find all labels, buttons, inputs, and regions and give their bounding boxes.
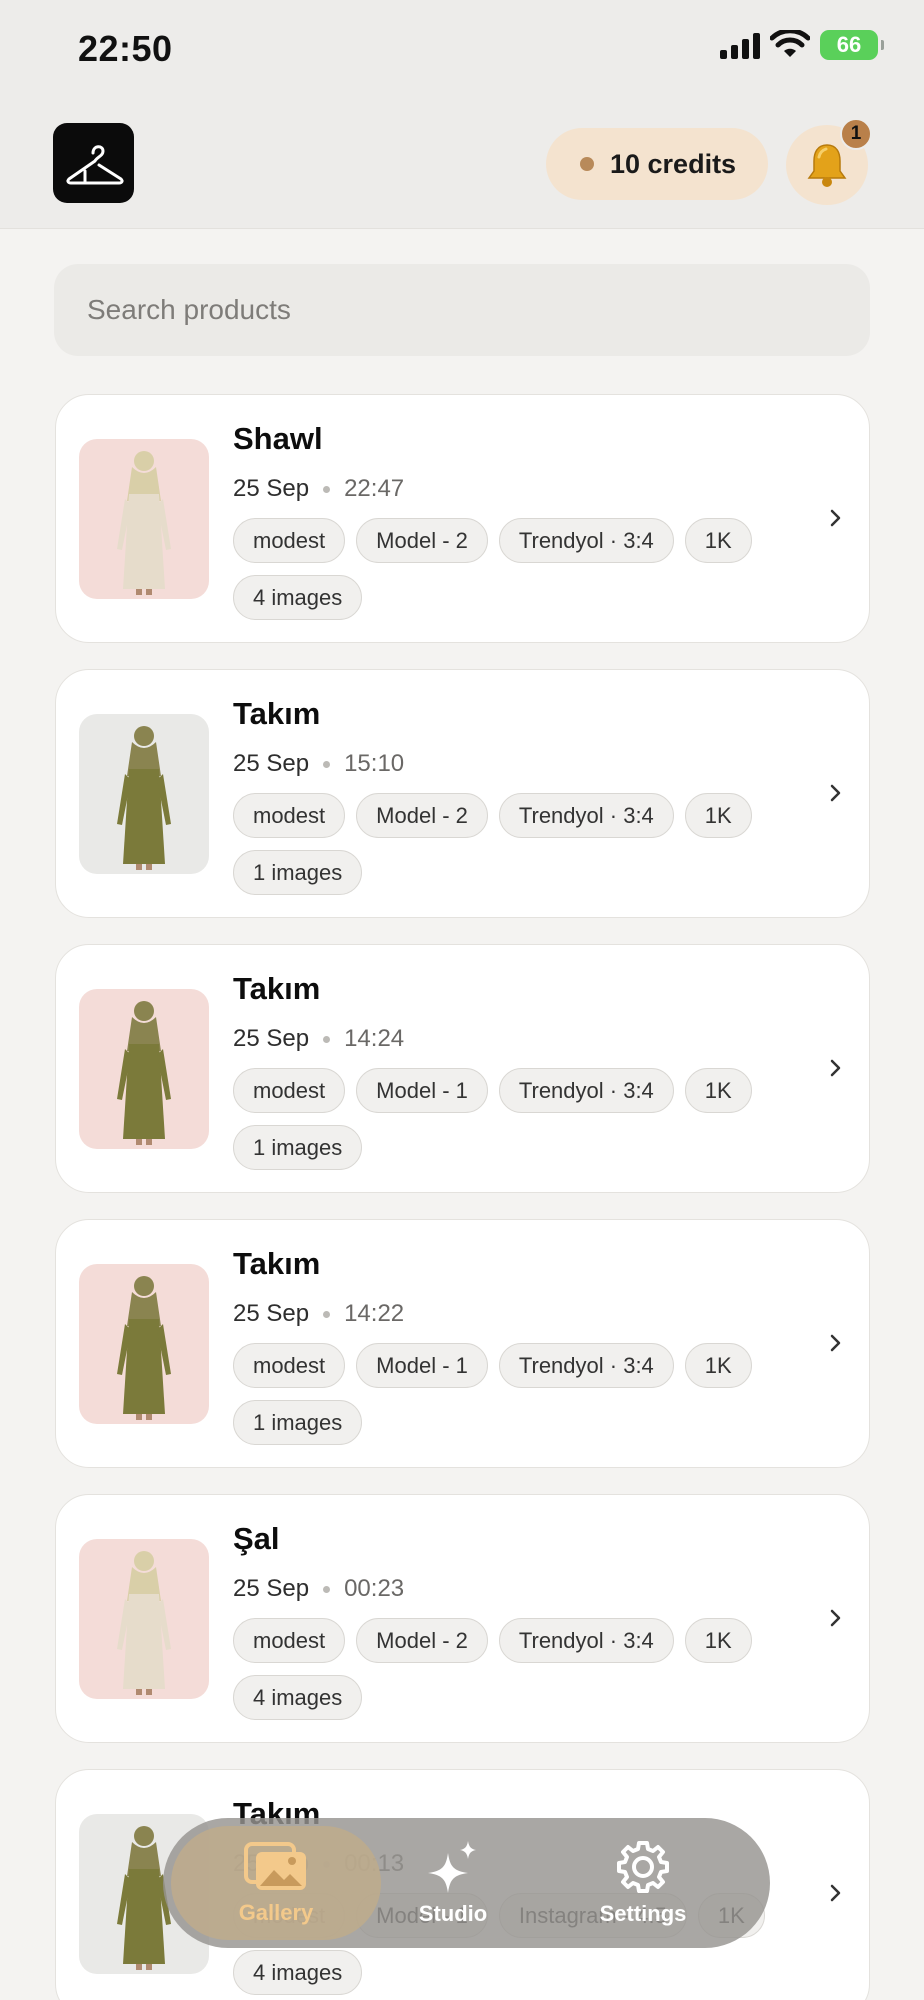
nav-label-settings: Settings (599, 1901, 687, 1926)
product-tag: 1K (684, 518, 752, 563)
product-list: Shawl 25 Sep 22:47 modest Model - 2 Trendyol … (55, 394, 870, 2000)
chevron-right-icon[interactable] (825, 1878, 847, 1908)
credits-button[interactable]: 10 credits (546, 128, 768, 200)
product-time: 14:24 (344, 1025, 405, 1052)
chevron-right-icon[interactable] (825, 1328, 847, 1358)
nav-label-gallery: Gallery (238, 1900, 314, 1925)
product-tag: modest (233, 793, 346, 838)
product-tag: 1K (684, 1343, 752, 1388)
product-tags: modest Model - 2 Trendyol · 3:4 1K 4 images (233, 518, 793, 620)
cellular-signal-icon (720, 31, 760, 59)
product-time: 15:10 (344, 750, 405, 777)
product-tag: 4 images (233, 575, 363, 620)
gallery-icon (244, 1842, 306, 1890)
chevron-right-icon[interactable] (825, 1603, 847, 1633)
nav-tab-studio[interactable]: Studio (368, 1826, 538, 1940)
product-tags: modest Model - 1 Trendyol · 3:4 1K 1 images (233, 1068, 793, 1170)
bell-icon (807, 144, 847, 187)
product-thumbnail (79, 1264, 209, 1424)
product-thumbnail (79, 439, 209, 599)
product-tag: Trendyol · 3:4 (498, 1068, 674, 1113)
product-tag: Model - 1 (356, 1068, 488, 1113)
separator-dot (323, 1035, 331, 1043)
product-title: Takım (233, 1246, 321, 1281)
product-tag: 4 images (233, 1950, 363, 1995)
separator-dot (323, 1585, 331, 1593)
product-tag: Model - 2 (356, 1618, 488, 1663)
product-date: 25 Sep (233, 1300, 310, 1327)
separator-dot (323, 1310, 331, 1318)
product-tag: Model - 2 (356, 793, 488, 838)
nav-tab-settings[interactable]: Settings (558, 1826, 728, 1940)
product-tag: modest (233, 1618, 346, 1663)
product-title: Takım (233, 971, 321, 1006)
product-tag: Trendyol · 3:4 (498, 793, 674, 838)
product-time: 00:23 (344, 1575, 405, 1602)
product-tag: Trendyol · 3:4 (498, 1618, 674, 1663)
notification-badge: 1 (840, 118, 872, 150)
product-time: 22:47 (344, 475, 405, 502)
product-meta: 25 Sep 22:47 (233, 475, 404, 503)
gear-icon (617, 1841, 669, 1893)
product-tag: 1 images (233, 1400, 363, 1445)
product-tags: modest Model - 2 Trendyol · 3:4 1K 1 images (233, 793, 793, 895)
chevron-right-icon[interactable] (825, 503, 847, 533)
credits-dot-icon (580, 157, 594, 171)
product-tag: Trendyol · 3:4 (498, 518, 674, 563)
search-input[interactable] (54, 264, 870, 356)
product-meta: 25 Sep 00:23 (233, 1575, 404, 1603)
product-tag: Model - 1 (356, 1343, 488, 1388)
product-tag: 4 images (233, 1675, 363, 1720)
hanger-logo-icon (65, 145, 124, 185)
product-title: Takım (233, 696, 321, 731)
bottom-navigation: Gallery Studio Settings (163, 1818, 770, 1948)
product-tag: Trendyol · 3:4 (498, 1343, 674, 1388)
product-tag: 1 images (233, 850, 363, 895)
product-thumbnail (79, 989, 209, 1149)
credits-label: 10 credits (610, 148, 737, 179)
product-title: Şal (233, 1521, 280, 1556)
product-card[interactable]: Shawl 25 Sep 22:47 modest Model - 2 Trendyol … (55, 394, 870, 643)
chevron-right-icon[interactable] (825, 778, 847, 808)
product-tags: modest Model - 1 Trendyol · 3:4 1K 1 images (233, 1343, 793, 1445)
product-card[interactable]: Takım 25 Sep 14:24 modest Model - 1 Trendyol … (55, 944, 870, 1193)
sparkles-icon (428, 1841, 476, 1893)
product-tag: modest (233, 1068, 346, 1113)
chevron-right-icon[interactable] (825, 1053, 847, 1083)
product-date: 25 Sep (233, 1575, 310, 1602)
product-meta: 25 Sep 14:22 (233, 1300, 404, 1328)
wifi-icon (770, 30, 810, 57)
product-card[interactable]: Takım 25 Sep 14:22 modest Model - 1 Trendyol … (55, 1219, 870, 1468)
product-meta: 25 Sep 15:10 (233, 750, 404, 778)
battery-icon: 66 (820, 30, 884, 60)
top-bar: 22:50 66 10 credits 1 (0, 0, 924, 229)
separator-dot (323, 485, 331, 493)
product-title: Shawl (233, 421, 323, 456)
product-tag: Model - 2 (356, 518, 488, 563)
product-tag: 1K (684, 1068, 752, 1113)
product-card[interactable]: Şal 25 Sep 00:23 modest Model - 2 Trendyol · … (55, 1494, 870, 1743)
product-tag: 1K (684, 1618, 752, 1663)
product-tag: modest (233, 518, 346, 563)
product-tag: modest (233, 1343, 346, 1388)
status-time: 22:50 (78, 28, 173, 69)
app-logo[interactable] (53, 123, 134, 203)
product-date: 25 Sep (233, 1025, 310, 1052)
status-icons: 66 (720, 30, 884, 60)
product-tag: 1K (684, 793, 752, 838)
product-date: 25 Sep (233, 750, 310, 777)
product-meta: 25 Sep 14:24 (233, 1025, 404, 1053)
product-date: 25 Sep (233, 475, 310, 502)
product-tag: 1 images (233, 1125, 363, 1170)
product-thumbnail (79, 714, 209, 874)
product-card[interactable]: Takım 25 Sep 15:10 modest Model - 2 Trendyol … (55, 669, 870, 918)
nav-tab-gallery[interactable]: Gallery (171, 1826, 381, 1940)
separator-dot (323, 760, 331, 768)
product-time: 14:22 (344, 1300, 405, 1327)
product-thumbnail (79, 1539, 209, 1699)
product-tags: modest Model - 2 Trendyol · 3:4 1K 4 images (233, 1618, 793, 1720)
nav-label-studio: Studio (418, 1901, 488, 1926)
